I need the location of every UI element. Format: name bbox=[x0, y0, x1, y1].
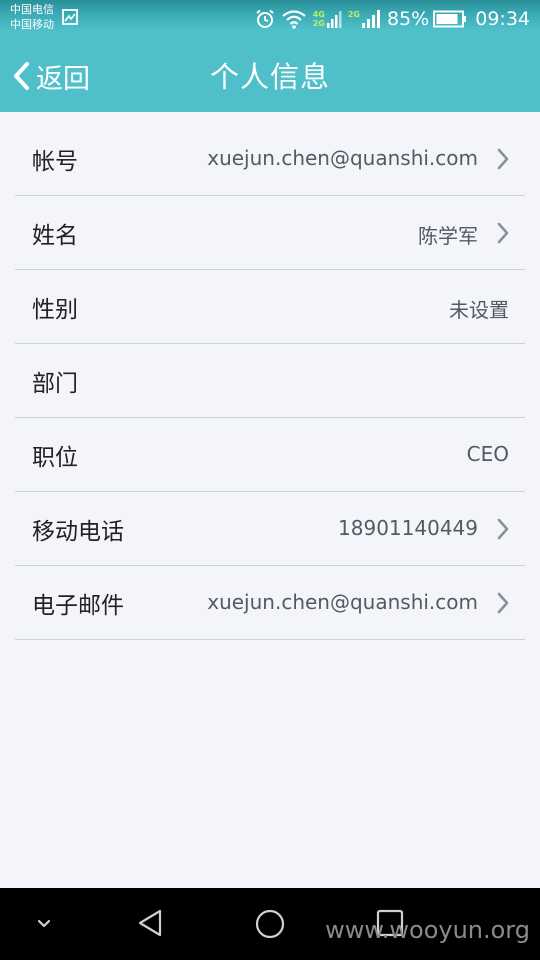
signal-icon bbox=[326, 11, 342, 28]
back-triangle-icon[interactable] bbox=[136, 908, 164, 938]
carrier-info: 中国电信 中国移动 bbox=[10, 2, 54, 32]
row-value: xuejun.chen@quanshi.com bbox=[207, 146, 478, 170]
app-header-area: 中国电信 中国移动 4G 2G 2G 85% 09:34 返回 个人信息 bbox=[0, 0, 540, 112]
row-label: 性别 bbox=[32, 297, 78, 323]
department-row: 部门 bbox=[15, 344, 525, 418]
status-icons: 4G 2G 2G 85% 09:34 bbox=[255, 6, 530, 32]
watermark: www.wooyun.org bbox=[325, 916, 530, 944]
chevron-right-icon bbox=[497, 592, 509, 614]
carrier-1: 中国电信 bbox=[10, 3, 54, 16]
gender-row: 性别 未设置 bbox=[15, 270, 525, 344]
system-navigation-bar: www.wooyun.org bbox=[0, 888, 540, 960]
row-value: CEO bbox=[466, 442, 509, 466]
status-bar: 中国电信 中国移动 4G 2G 2G 85% 09:34 bbox=[0, 0, 540, 38]
alarm-icon bbox=[256, 9, 274, 28]
row-label: 部门 bbox=[32, 371, 78, 397]
chevron-right-icon bbox=[497, 222, 509, 244]
row-label: 帐号 bbox=[32, 149, 78, 175]
account-row[interactable]: 帐号 xuejun.chen@quanshi.com bbox=[15, 122, 525, 196]
row-value: 未设置 bbox=[449, 298, 509, 322]
row-label: 姓名 bbox=[32, 223, 78, 249]
network-label-4g: 4G bbox=[312, 10, 325, 19]
page-title: 个人信息 bbox=[209, 60, 330, 94]
home-circle-icon[interactable] bbox=[254, 908, 286, 940]
row-value: xuejun.chen@quanshi.com bbox=[207, 590, 478, 614]
profile-info-list: 帐号 xuejun.chen@quanshi.com 姓名 陈学军 性别 未设置… bbox=[15, 122, 525, 640]
network-type-1: 4G 2G bbox=[313, 10, 325, 28]
row-label: 电子邮件 bbox=[32, 593, 124, 619]
row-label: 移动电话 bbox=[32, 519, 124, 545]
signal-icon bbox=[362, 10, 380, 28]
battery-percent: 85% bbox=[387, 8, 430, 30]
email-row[interactable]: 电子邮件 xuejun.chen@quanshi.com bbox=[15, 566, 525, 640]
row-value: 陈学军 bbox=[418, 224, 478, 248]
position-row: 职位 CEO bbox=[15, 418, 525, 492]
battery-icon bbox=[433, 10, 467, 28]
row-value: 18901140449 bbox=[338, 516, 478, 540]
collapse-icon[interactable] bbox=[36, 918, 52, 930]
mobile-phone-row[interactable]: 移动电话 18901140449 bbox=[15, 492, 525, 566]
network-label-2g-b: 2G bbox=[347, 10, 360, 19]
title-bar: 返回 个人信息 bbox=[0, 38, 540, 112]
carrier-2: 中国移动 bbox=[10, 18, 54, 31]
wifi-icon bbox=[282, 10, 306, 29]
chevron-right-icon bbox=[497, 518, 509, 540]
gallery-icon bbox=[62, 9, 78, 25]
network-type-2: 2G bbox=[348, 10, 360, 28]
row-label: 职位 bbox=[32, 445, 78, 471]
name-row[interactable]: 姓名 陈学军 bbox=[15, 196, 525, 270]
network-label-2g: 2G bbox=[312, 19, 325, 28]
clock: 09:34 bbox=[475, 8, 530, 30]
chevron-right-icon bbox=[497, 148, 509, 170]
